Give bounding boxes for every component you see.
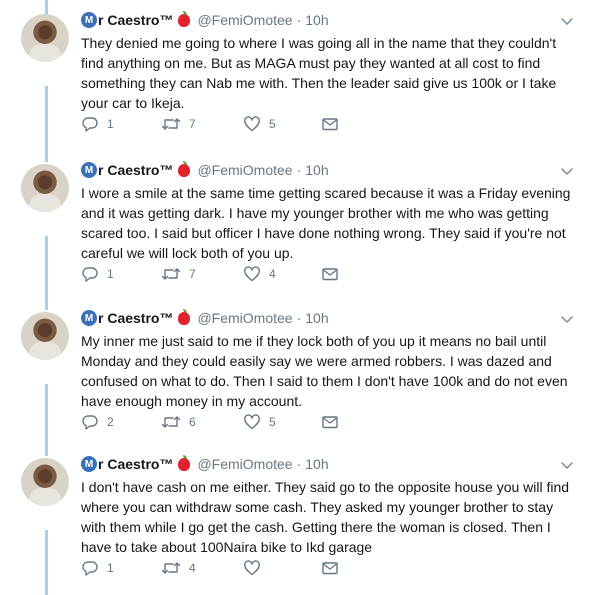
heart-icon [243,265,261,283]
tweet[interactable]: M r Caestro™ @FemiOmotee · 10h I wore a … [0,150,600,296]
tweet[interactable]: M r Caestro™ @FemiOmotee · 10h My inner … [0,298,600,444]
chevron-down-icon[interactable] [560,14,574,28]
tweet-actions: 1 7 4 [81,264,341,284]
like-count: 4 [269,267,276,281]
retweet-count: 7 [189,117,196,131]
separator-dot: · [296,456,302,472]
timestamp[interactable]: 10h [305,162,328,178]
retweet-icon [161,413,181,431]
display-name[interactable]: r Caestro™ [98,310,173,326]
like-count: 5 [269,415,276,429]
like-button[interactable] [243,559,321,577]
reply-icon [81,413,99,431]
retweet-count: 4 [189,561,196,575]
retweet-button[interactable]: 4 [161,559,243,577]
retweet-button[interactable]: 7 [161,115,243,133]
separator-dot: · [296,12,302,28]
envelope-icon [321,413,339,431]
display-name[interactable]: r Caestro™ [98,456,173,472]
tweet-text: They denied me going to where I was goin… [81,35,557,111]
tweet-header: M r Caestro™ @FemiOmotee · 10h [81,10,329,30]
display-name[interactable]: r Caestro™ [98,162,173,178]
reply-icon [81,265,99,283]
reply-icon [81,559,99,577]
heart-icon [243,115,261,133]
tweet-header: M r Caestro™ @FemiOmotee · 10h [81,160,329,180]
like-button[interactable]: 5 [243,115,321,133]
retweet-icon [161,115,181,133]
direct-message-button[interactable] [321,265,341,283]
logo-icon: M [81,456,97,472]
reply-button[interactable]: 2 [81,413,161,431]
apple-emoji-icon [178,454,191,471]
timestamp[interactable]: 10h [305,12,328,28]
tweet-actions: 1 4 [81,558,341,578]
separator-dot: · [296,162,302,178]
tweet-header: M r Caestro™ @FemiOmotee · 10h [81,454,329,474]
reply-icon [81,115,99,133]
direct-message-button[interactable] [321,413,341,431]
retweet-button[interactable]: 6 [161,413,243,431]
tweet-header: M r Caestro™ @FemiOmotee · 10h [81,308,329,328]
avatar[interactable] [21,312,69,360]
chevron-down-icon[interactable] [560,164,574,178]
separator-dot: · [296,310,302,326]
tweet-text: I wore a smile at the same time getting … [81,185,571,261]
avatar[interactable] [21,14,69,62]
reply-button[interactable]: 1 [81,115,161,133]
tweet-actions: 2 6 5 [81,412,341,432]
timestamp[interactable]: 10h [305,310,328,326]
user-handle[interactable]: @FemiOmotee [197,310,292,326]
reply-count: 1 [107,117,114,131]
retweet-count: 7 [189,267,196,281]
apple-emoji-icon [178,10,191,27]
envelope-icon [321,265,339,283]
chevron-down-icon[interactable] [560,458,574,472]
tweet[interactable]: M r Caestro™ @FemiOmotee · 10h They deni… [0,0,600,146]
like-button[interactable]: 5 [243,413,321,431]
logo-icon: M [81,310,97,326]
heart-icon [243,413,261,431]
reply-count: 2 [107,415,114,429]
chevron-down-icon[interactable] [560,312,574,326]
tweet-actions: 1 7 5 [81,114,341,134]
tweet-text: My inner me just said to me if they lock… [81,333,568,409]
retweet-count: 6 [189,415,196,429]
reply-button[interactable]: 1 [81,559,161,577]
direct-message-button[interactable] [321,115,341,133]
reply-count: 1 [107,561,114,575]
tweet[interactable]: M r Caestro™ @FemiOmotee · 10h I don't h… [0,444,600,590]
reply-button[interactable]: 1 [81,265,161,283]
logo-icon: M [81,162,97,178]
tweet-text: I don't have cash on me either. They sai… [81,479,570,555]
direct-message-button[interactable] [321,559,341,577]
apple-emoji-icon [178,160,191,177]
reply-count: 1 [107,267,114,281]
timestamp[interactable]: 10h [305,456,328,472]
apple-emoji-icon [178,308,191,325]
user-handle[interactable]: @FemiOmotee [197,456,292,472]
heart-icon [243,559,261,577]
like-count: 5 [269,117,276,131]
like-button[interactable]: 4 [243,265,321,283]
display-name[interactable]: r Caestro™ [98,12,173,28]
logo-icon: M [81,12,97,28]
avatar[interactable] [21,458,69,506]
retweet-icon [161,559,181,577]
envelope-icon [321,115,339,133]
envelope-icon [321,559,339,577]
user-handle[interactable]: @FemiOmotee [197,162,292,178]
user-handle[interactable]: @FemiOmotee [197,12,292,28]
retweet-button[interactable]: 7 [161,265,243,283]
retweet-icon [161,265,181,283]
avatar[interactable] [21,164,69,212]
